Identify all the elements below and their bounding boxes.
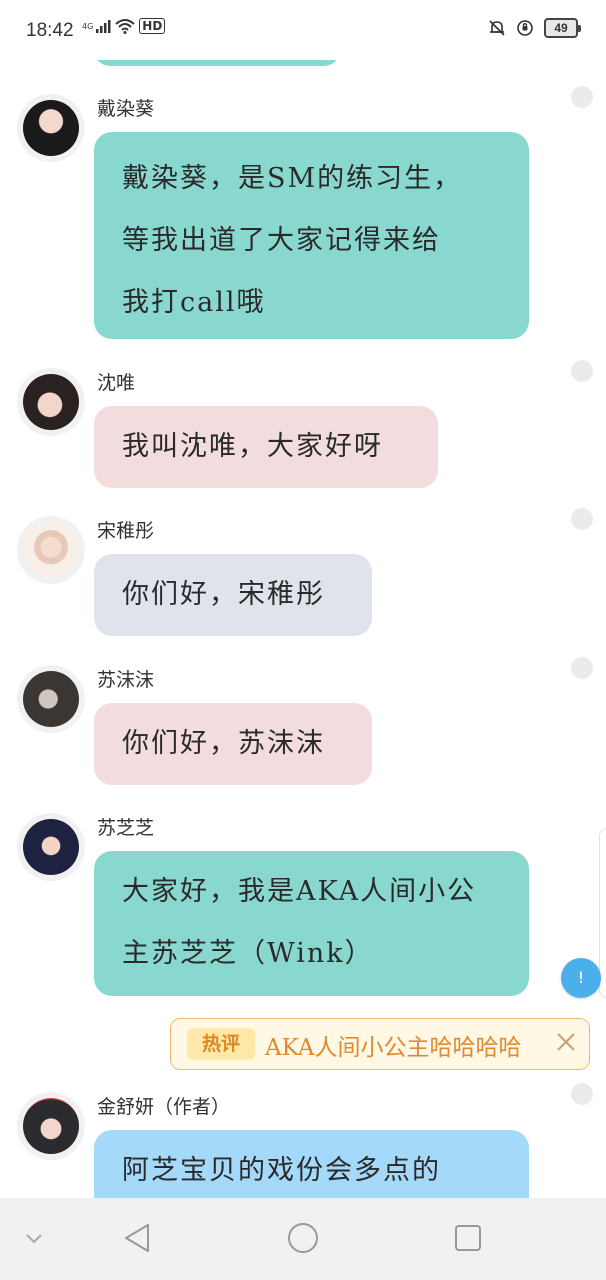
avatar[interactable] (17, 813, 85, 881)
message-dot[interactable] (571, 657, 593, 679)
hot-comment-badge: 热评 (187, 1028, 255, 1060)
message-line: 我打call哦 (122, 287, 266, 318)
message-bubble[interactable]: 你们好，宋稚彤 (94, 554, 372, 636)
close-icon[interactable] (555, 1031, 577, 1053)
hot-comment-text: AKA人间小公主哈哈哈哈 (265, 1035, 522, 1061)
battery-icon: 49 (544, 18, 581, 38)
status-bar: 18:42 4G HD 49 (0, 0, 606, 60)
sender-name: 金舒妍（作者） (97, 1096, 231, 1118)
sender-name: 宋稚彤 (97, 520, 155, 542)
message-dot[interactable] (571, 508, 593, 530)
message-line: 主苏芝芝（Wink） (122, 938, 374, 969)
message-line: 戴染葵，是SM的练习生， (122, 163, 463, 194)
status-right-icons: 49 (488, 18, 581, 38)
mute-icon (489, 20, 505, 36)
sender-name: 戴染葵 (97, 98, 155, 120)
avatar[interactable] (17, 94, 85, 162)
message-line: 你们好，宋稚彤 (122, 579, 325, 610)
message-line: 等我出道了大家记得来给 (122, 225, 441, 256)
message-line: 你们好，苏沫沫 (122, 728, 325, 759)
sender-name: 苏沫沫 (97, 669, 155, 691)
avatar[interactable] (17, 516, 85, 584)
message-bubble[interactable]: 大家好，我是AKA人间小公 主苏芝芝（Wink） (94, 851, 529, 996)
network-label: 4G (82, 21, 94, 31)
status-time: 18:42 (26, 20, 74, 41)
hd-icon: HD (139, 18, 166, 34)
sender-name: 苏芝芝 (97, 817, 155, 839)
comment-float-button[interactable]: ! (561, 958, 601, 998)
collapse-icon[interactable] (14, 1218, 54, 1258)
wifi-icon (115, 19, 135, 34)
hot-comment-banner[interactable]: 热评 AKA人间小公主哈哈哈哈 (170, 1018, 590, 1070)
status-left-icons: 4G HD (82, 18, 166, 34)
message-bubble[interactable]: 我叫沈唯，大家好呀 (94, 406, 438, 488)
message-dot[interactable] (571, 1083, 593, 1105)
message-line: 我叫沈唯，大家好呀 (122, 431, 383, 462)
navigation-bar (0, 1198, 606, 1280)
sender-name: 沈唯 (97, 372, 136, 394)
avatar[interactable] (17, 1092, 85, 1160)
message-bubble[interactable]: 你们好，苏沫沫 (94, 703, 372, 785)
avatar[interactable] (17, 665, 85, 733)
avatar[interactable] (17, 368, 85, 436)
message-dot[interactable] (571, 86, 593, 108)
alarm-icon (517, 20, 533, 36)
signal-icon (96, 20, 111, 33)
home-icon[interactable] (283, 1218, 323, 1258)
message-line: 阿芝宝贝的戏份会多点的 (122, 1155, 441, 1186)
message-bubble[interactable]: 戴染葵，是SM的练习生， 等我出道了大家记得来给 我打call哦 (94, 132, 529, 339)
back-icon[interactable] (118, 1218, 158, 1258)
recents-icon[interactable] (448, 1218, 488, 1258)
message-dot[interactable] (571, 360, 593, 382)
message-line: 大家好，我是AKA人间小公 (122, 876, 477, 907)
